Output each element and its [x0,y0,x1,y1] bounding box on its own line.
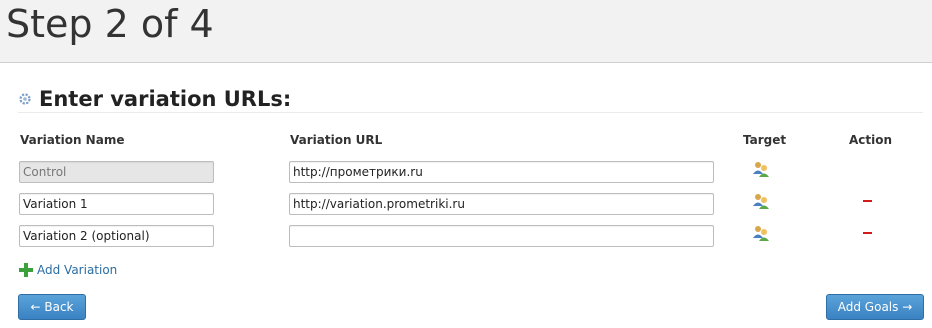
column-header-action: Action [849,133,893,147]
variation-name-field[interactable] [19,193,214,215]
variation-row-control [0,161,932,185]
variation-row-2 [0,225,932,249]
add-goals-button[interactable]: Add Goals → [826,294,924,320]
remove-variation-button[interactable] [862,195,874,207]
variation-row-1 [0,193,932,217]
column-header-name: Variation Name [20,133,125,147]
variation-url-field[interactable] [289,193,714,215]
users-icon[interactable] [752,224,770,242]
plus-icon [19,263,33,277]
header-band: Step 2 of 4 [0,0,932,63]
add-variation-label: Add Variation [37,263,118,277]
variation-name-field[interactable] [19,225,214,247]
users-icon[interactable] [752,160,770,178]
step-title: Step 2 of 4 [6,2,214,46]
section-header: Enter variation URLs: [18,86,923,113]
column-header-target: Target [743,133,787,147]
gear-icon [19,93,31,105]
users-icon[interactable] [752,192,770,210]
section-title: Enter variation URLs: [39,87,292,111]
back-button[interactable]: ← Back [18,294,86,320]
variation-url-field[interactable] [289,161,714,183]
variation-url-field[interactable] [289,225,714,247]
remove-variation-button[interactable] [862,227,874,239]
column-header-url: Variation URL [290,133,383,147]
variation-name-field [19,161,214,183]
